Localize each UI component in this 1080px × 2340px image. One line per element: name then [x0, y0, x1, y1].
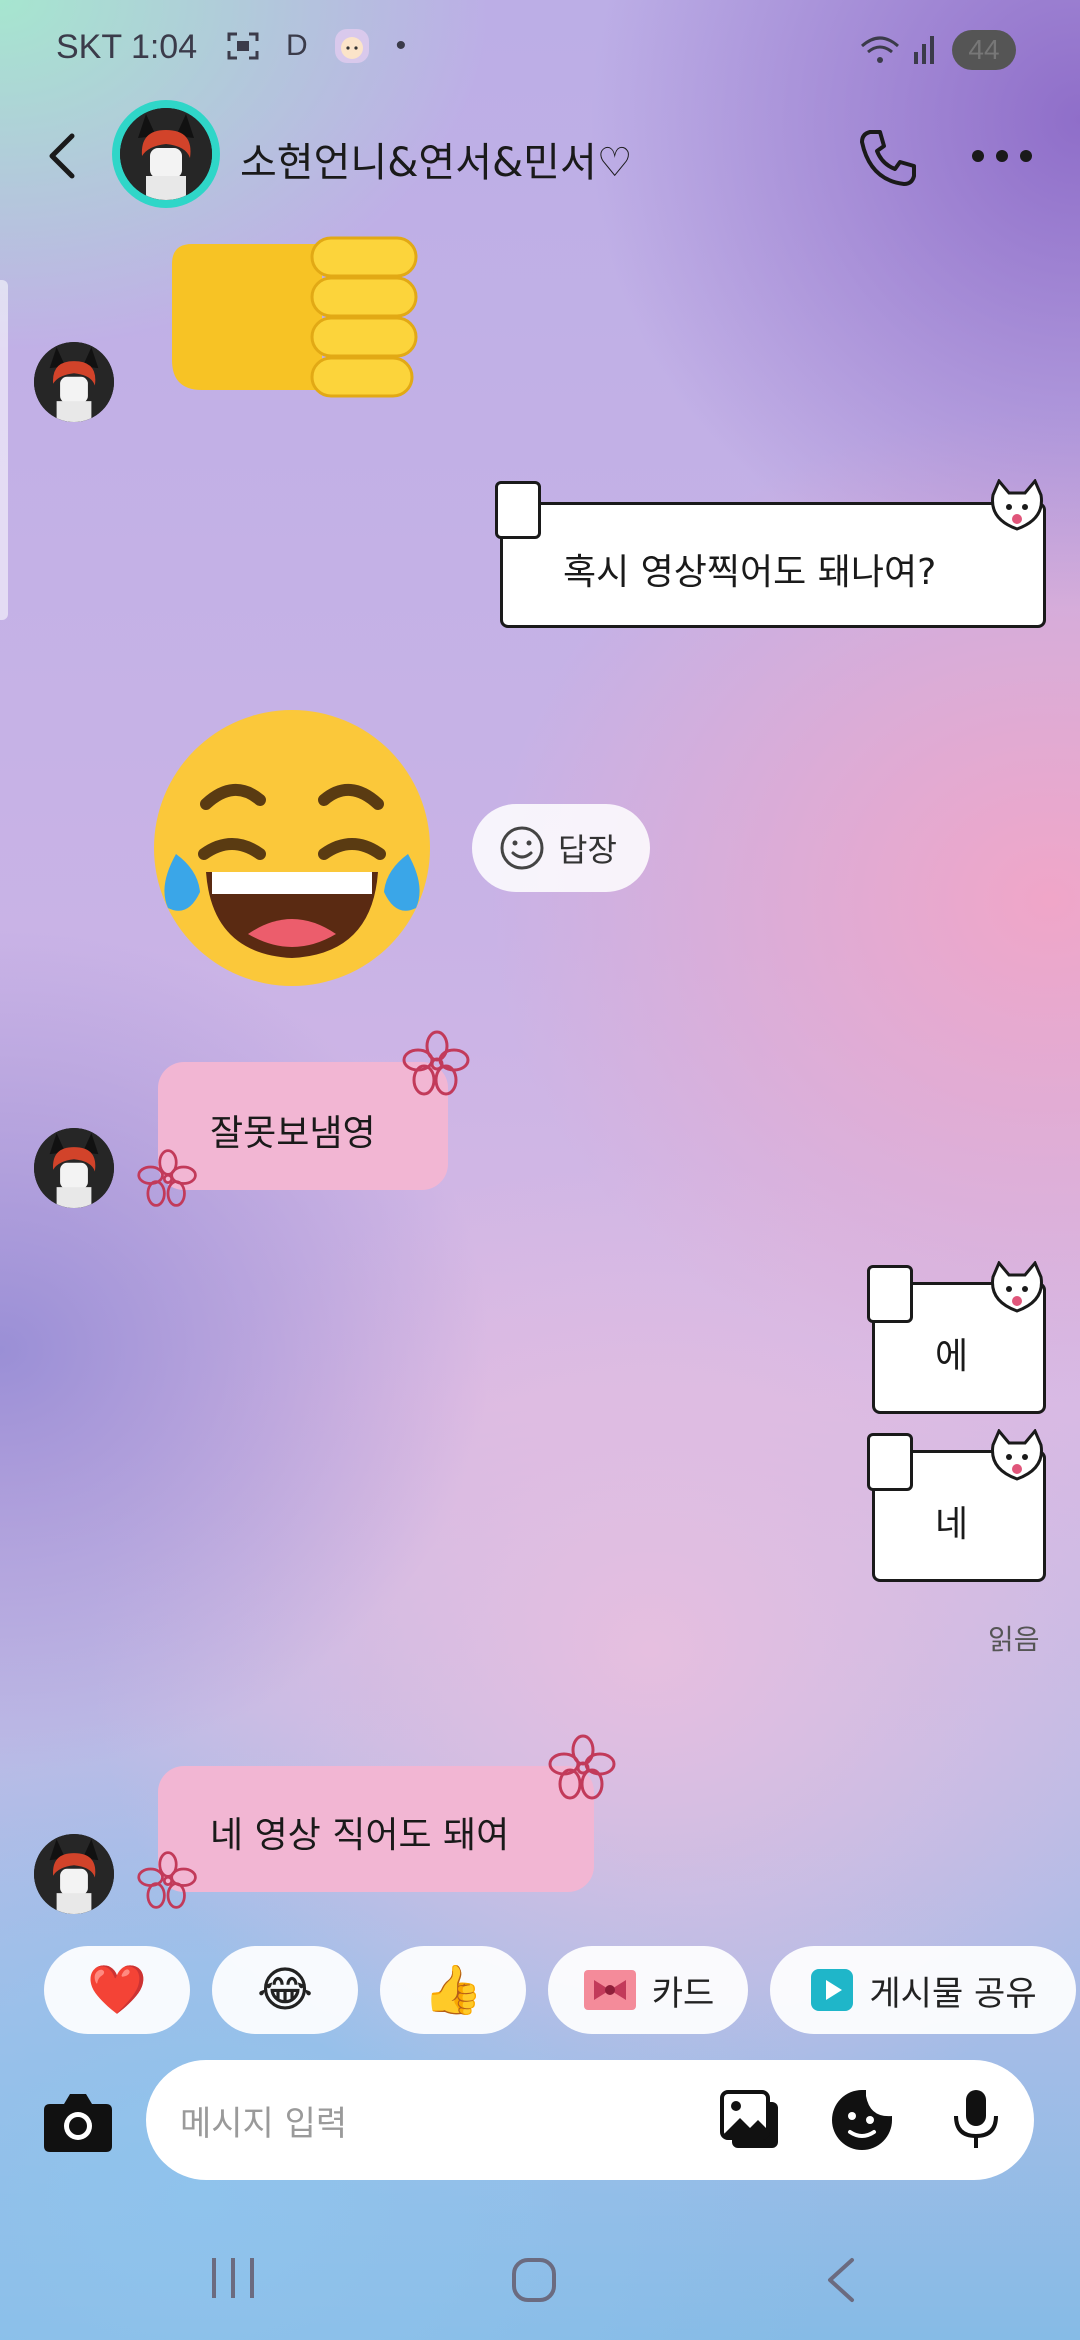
cat-sticker-icon: [991, 1429, 1043, 1481]
message-text: 혹시 영상찍어도 돼나여?: [563, 552, 937, 593]
react-laugh-button[interactable]: 😂: [212, 1946, 358, 2034]
card-button[interactable]: 카드: [548, 1946, 748, 2034]
laugh-icon: 😂: [256, 1962, 314, 2018]
sender-avatar[interactable]: [34, 1834, 114, 1914]
sidebar-handle[interactable]: [0, 280, 8, 620]
recents-icon[interactable]: [208, 2256, 258, 2300]
message-bubble[interactable]: 혹시 영상찍어도 돼나여?: [495, 479, 1046, 628]
face-icon: [334, 29, 369, 63]
screenshot-icon: [227, 32, 259, 60]
group-avatar[interactable]: [112, 100, 220, 208]
share-post-label: 게시물 공유: [869, 1973, 1037, 2014]
cat-sticker-icon: [991, 479, 1043, 531]
cat-sticker-icon: [991, 1261, 1043, 1313]
sender-avatar[interactable]: [34, 1128, 114, 1208]
smiley-icon: [500, 826, 544, 870]
share-post-button[interactable]: 게시물 공유: [770, 1946, 1076, 2034]
message-text: 네: [935, 1504, 969, 1545]
sticker-icon[interactable]: [830, 2088, 894, 2152]
flower-icon: [402, 1030, 470, 1096]
reply-label: 답장: [558, 831, 617, 869]
tears-of-joy-emoji[interactable]: [148, 704, 436, 992]
message-bubble[interactable]: 네 영상 직어도 돼여: [158, 1766, 594, 1892]
play-icon: [811, 1969, 854, 2011]
flower-icon: [548, 1734, 616, 1800]
message-text: 네 영상 직어도 돼여: [210, 1815, 510, 1856]
thumbs-up-icon: 👍: [423, 1962, 483, 2018]
battery-indicator: 44: [952, 30, 1016, 70]
back-icon[interactable]: [822, 2256, 858, 2304]
message-bubble[interactable]: 에: [867, 1261, 1046, 1414]
microphone-icon[interactable]: [944, 2086, 1008, 2150]
sender-avatar[interactable]: [34, 342, 114, 422]
gallery-icon[interactable]: [718, 2088, 782, 2152]
fist-emoji[interactable]: [162, 234, 422, 400]
message-text: 에: [935, 1336, 969, 1377]
heart-icon: ❤️: [87, 1962, 147, 2018]
status-d: D: [286, 29, 308, 62]
flower-icon: [137, 1851, 197, 1909]
phone-icon[interactable]: [856, 126, 920, 190]
reply-button[interactable]: 답장: [472, 804, 650, 892]
message-bubble[interactable]: 네: [867, 1429, 1046, 1582]
more-dots-icon[interactable]: [972, 150, 1032, 166]
camera-icon[interactable]: [42, 2090, 114, 2154]
wifi-signal-icon: [861, 36, 934, 64]
status-time: SKT 1:04: [56, 28, 198, 66]
flower-icon: [137, 1149, 197, 1207]
status-dot: •: [395, 29, 407, 62]
message-input-placeholder: 메시지 입력: [180, 2104, 348, 2144]
status-indicators: D •: [226, 28, 406, 64]
message-text: 잘못보냄영: [210, 1113, 376, 1154]
react-thumbsup-button[interactable]: 👍: [380, 1946, 526, 2034]
ribbon-card-icon: [583, 1970, 636, 2010]
react-heart-button[interactable]: ❤️: [44, 1946, 190, 2034]
avatar-image: [120, 108, 212, 200]
card-label: 카드: [651, 1973, 715, 2014]
chevron-left-icon[interactable]: [42, 132, 82, 180]
read-receipt: 읽음: [988, 1623, 1040, 1656]
home-icon[interactable]: [510, 2256, 558, 2304]
chat-title[interactable]: 소현언니&연서&민서♡: [240, 130, 633, 188]
